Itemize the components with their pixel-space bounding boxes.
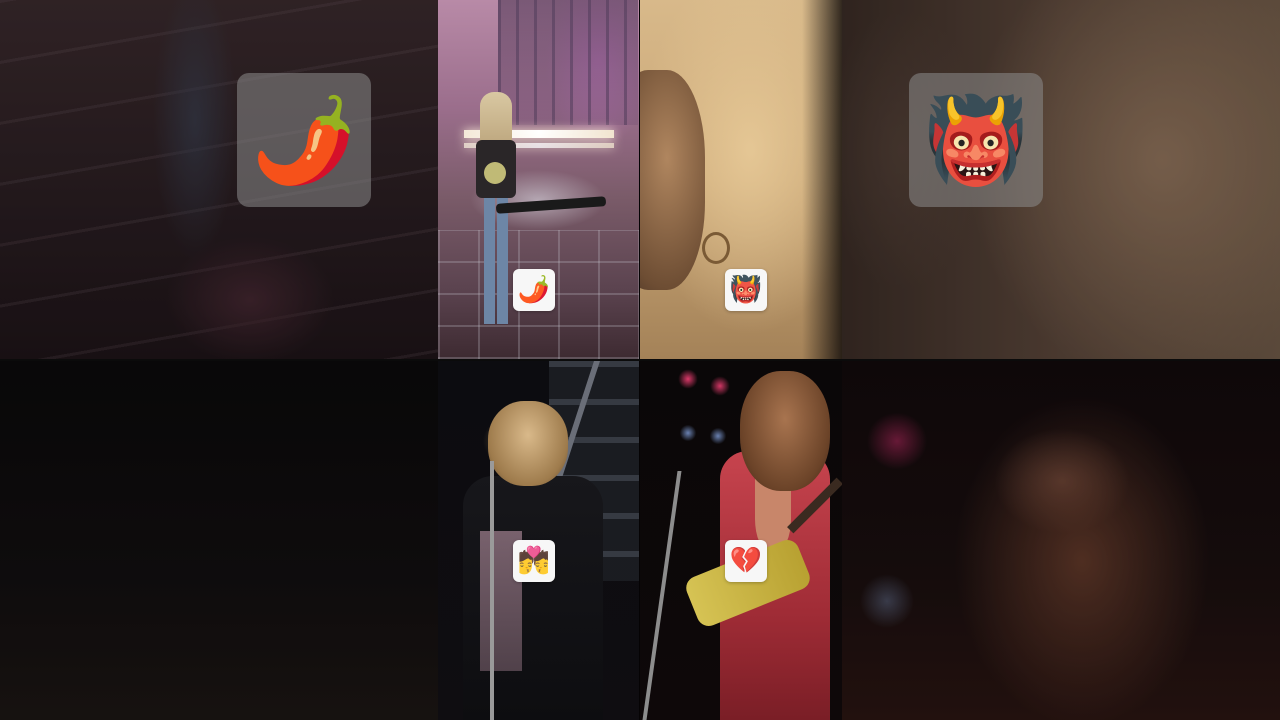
hot-pepper-icon: 🌶️ [251, 91, 357, 189]
emoji-badge: 🌶️ [513, 269, 555, 311]
video-frame: 🌶️ 👹 🌶️ 👹 💏 💔 [0, 0, 1280, 720]
ogre-icon: 👹 [729, 275, 763, 305]
mic-stand [642, 471, 682, 720]
emoji-badge: 👹 [725, 269, 767, 311]
side-badge-right: 👹 [909, 73, 1043, 207]
performer-head [740, 371, 830, 491]
performer-head [488, 401, 568, 486]
video-tile-bottom-left[interactable]: 💏 [438, 361, 639, 720]
blurred-background-bottom-left [0, 361, 438, 720]
tile-divider [0, 359, 1280, 361]
hot-pepper-icon: 🌶️ [517, 275, 551, 305]
side-badge-left: 🌶️ [237, 73, 371, 207]
ogre-icon: 👹 [923, 91, 1029, 189]
kiss-icon: 💏 [517, 546, 551, 576]
blurred-background-top-left [0, 0, 438, 359]
performer-face [640, 70, 705, 290]
earring [702, 232, 730, 264]
stage-rig [498, 0, 638, 125]
video-tile-bottom-right[interactable]: 💔 [640, 361, 842, 720]
video-tile-top-right[interactable]: 👹 [640, 0, 842, 359]
emoji-badge: 💔 [725, 540, 767, 582]
blurred-background-top-right [842, 0, 1280, 359]
performer [476, 92, 607, 324]
video-tile-top-left[interactable]: 🌶️ [438, 0, 639, 359]
mic-stand [490, 461, 494, 720]
broken-heart-icon: 💔 [729, 546, 763, 576]
emoji-badge: 💏 [513, 540, 555, 582]
blurred-background-bottom-right [842, 361, 1280, 720]
